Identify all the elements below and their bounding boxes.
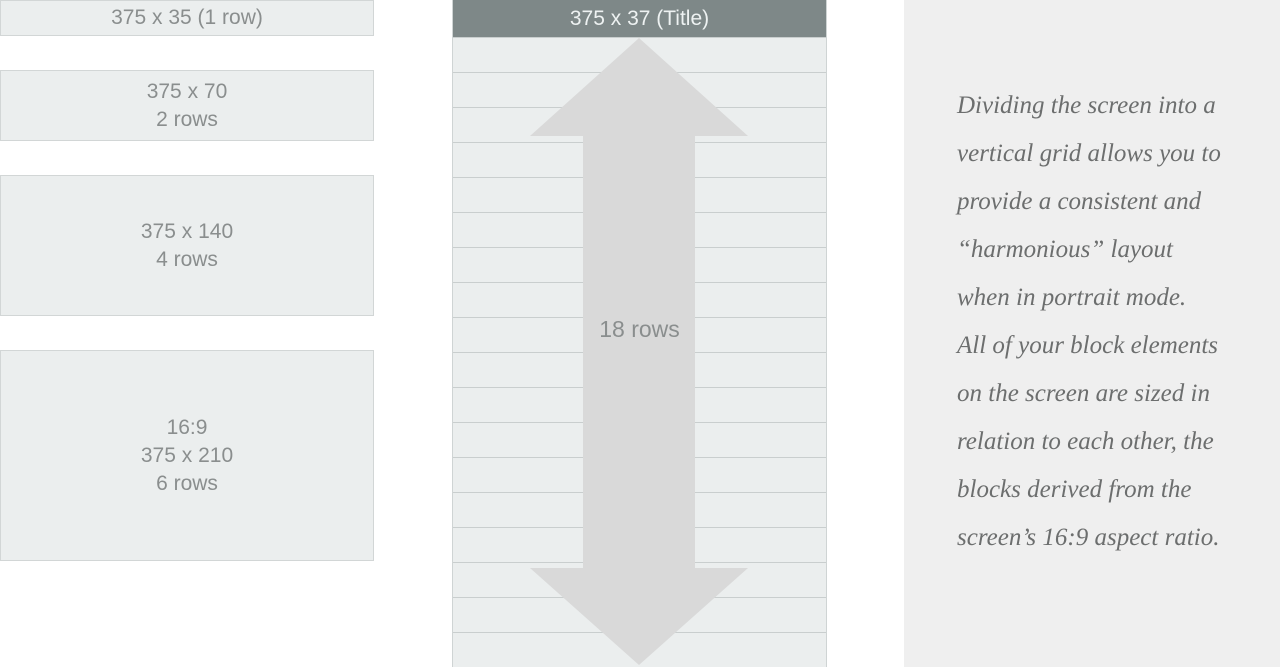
- phone-left-edge: [452, 0, 453, 667]
- description-line: vertical grid allows you to: [957, 140, 1221, 167]
- phone-screen-grid: 375 x 37 (Title) 18 rows: [452, 0, 827, 667]
- description-line: on the screen are sized in: [957, 380, 1210, 407]
- description-text: Dividing the screen into a vertical grid…: [957, 82, 1247, 562]
- rows-count-label: 18 rows: [599, 316, 680, 342]
- description-line: provide a consistent and: [957, 188, 1202, 215]
- block-two-rows-size: 375 x 70: [146, 79, 228, 103]
- description-line: Dividing the screen into a: [957, 92, 1216, 119]
- description-line: “harmonious” layout: [957, 236, 1174, 263]
- description-line: All of your block elements: [957, 332, 1219, 359]
- description-line: when in portrait mode.: [957, 284, 1187, 311]
- block-four-rows: 375 x 140 4 rows: [0, 175, 374, 316]
- description-line: relation to each other, the: [957, 428, 1214, 455]
- block-four-rows-count: 4 rows: [156, 247, 218, 271]
- block-one-row-size: 375 x 35 (1 row): [111, 6, 263, 29]
- phone-title-bar: 375 x 37 (Title): [452, 0, 827, 37]
- block-six-rows-size: 375 x 210: [140, 443, 234, 467]
- phone-title-label: 375 x 37 (Title): [569, 6, 710, 30]
- block-six-rows: 16:9 375 x 210 6 rows: [0, 350, 374, 561]
- grid-diagram: 375 x 35 (1 row) 375 x 70 2 rows 375 x 1…: [0, 0, 1280, 667]
- description-panel: Dividing the screen into a vertical grid…: [904, 0, 1280, 667]
- description-line: blocks derived from the: [957, 476, 1192, 503]
- block-two-rows-count: 2 rows: [156, 107, 218, 131]
- block-four-rows-size: 375 x 140: [140, 219, 234, 243]
- block-six-rows-ratio: 16:9: [166, 415, 208, 439]
- block-six-rows-count: 6 rows: [156, 471, 218, 495]
- block-one-row: 375 x 35 (1 row): [0, 0, 374, 36]
- description-line: screen’s 16:9 aspect ratio.: [957, 524, 1220, 551]
- block-two-rows: 375 x 70 2 rows: [0, 70, 374, 141]
- phone-right-edge: [826, 0, 827, 667]
